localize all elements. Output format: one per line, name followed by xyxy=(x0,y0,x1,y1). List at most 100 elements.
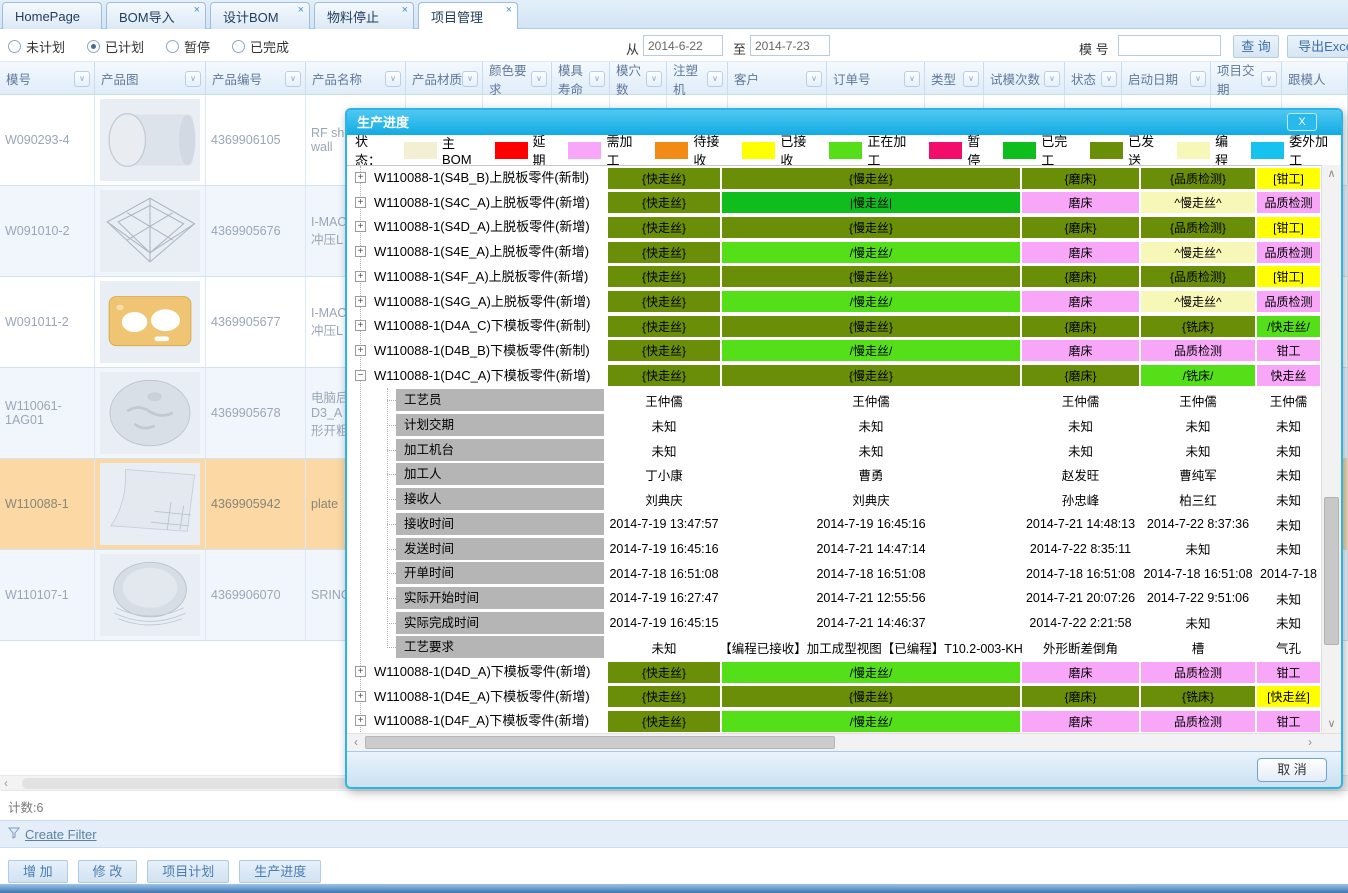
filter-dropdown-icon[interactable]: ∨ xyxy=(589,71,605,87)
filter-dropdown-icon[interactable]: ∨ xyxy=(1101,71,1117,87)
column-label: 产品材质 xyxy=(412,69,462,88)
detail-value: 气孔 xyxy=(1256,635,1321,660)
tab-homepage[interactable]: HomePage xyxy=(2,2,102,29)
expand-icon[interactable]: + xyxy=(355,172,366,183)
process-row[interactable]: +W110088-1(S4F_A)上脱板零件(新增){快走丝}{慢走丝}{磨床}… xyxy=(347,265,1341,290)
cell-mold-no: W110088-1 xyxy=(0,459,95,549)
from-date-input[interactable] xyxy=(643,35,723,56)
process-row[interactable]: +W110088-1(D4F_A)下模板零件(新增){快走丝}/慢走丝/磨床品质… xyxy=(347,709,1341,733)
legend-item-delay: 延期 xyxy=(495,131,559,169)
expand-icon[interactable]: + xyxy=(355,197,366,208)
radio-planned[interactable]: 已计划 xyxy=(87,37,144,56)
filter-dropdown-icon[interactable]: ∨ xyxy=(1190,71,1206,87)
export-excel-button[interactable]: 导出Excel xyxy=(1287,35,1348,58)
scrollbar-thumb[interactable] xyxy=(1324,497,1339,645)
filter-dropdown-icon[interactable]: ∨ xyxy=(531,71,547,87)
expand-icon[interactable]: + xyxy=(355,296,366,307)
expand-icon[interactable]: + xyxy=(355,666,366,677)
collapse-icon[interactable]: − xyxy=(355,370,366,381)
process-cell: {铣床} xyxy=(1140,685,1256,708)
detail-value: 2014-7-18 16:51:08 xyxy=(1140,561,1256,586)
scroll-down-icon[interactable]: ∨ xyxy=(1322,715,1341,733)
filter-dropdown-icon[interactable]: ∨ xyxy=(963,71,979,87)
dialog-vertical-scrollbar[interactable]: ∧ ∨ xyxy=(1321,165,1341,733)
expand-icon[interactable]: + xyxy=(355,715,366,726)
process-row[interactable]: +W110088-1(S4E_A)上脱板零件(新增){快走丝}/慢走丝/磨床^慢… xyxy=(347,240,1341,265)
legend-label: 主BOM xyxy=(442,133,485,167)
detail-label: 加工机台 xyxy=(396,439,604,461)
detail-value: 未知 xyxy=(607,635,721,660)
filter-dropdown-icon[interactable]: ∨ xyxy=(74,71,90,87)
scroll-right-icon[interactable]: › xyxy=(1301,734,1319,751)
cancel-button[interactable]: 取 消 xyxy=(1257,758,1327,782)
create-filter-link[interactable]: Create Filter xyxy=(25,827,97,842)
detail-value: 未知 xyxy=(1021,413,1140,438)
filter-dropdown-icon[interactable]: ∨ xyxy=(904,71,920,87)
process-cell: {磨床} xyxy=(1021,685,1140,708)
process-row[interactable]: +W110088-1(S4G_A)上脱板零件(新增){快走丝}/慢走丝/磨床^慢… xyxy=(347,290,1341,315)
process-row[interactable]: +W110088-1(S4C_A)上脱板零件(新增){快走丝}|慢走丝|磨床^慢… xyxy=(347,191,1341,216)
frame-thumbnail xyxy=(100,190,200,272)
legend-item-working: 正在加工 xyxy=(829,131,919,169)
detail-label: 接收人 xyxy=(396,488,604,510)
filter-dropdown-icon[interactable]: ∨ xyxy=(707,71,723,87)
filter-dropdown-icon[interactable]: ∨ xyxy=(285,71,301,87)
expand-icon[interactable]: + xyxy=(355,221,366,232)
scroll-left-icon[interactable]: ‹ xyxy=(4,776,20,790)
filter-dropdown-icon[interactable]: ∨ xyxy=(462,71,478,87)
scroll-left-icon[interactable]: ‹ xyxy=(347,734,365,751)
filter-dropdown-icon[interactable]: ∨ xyxy=(1261,71,1277,87)
process-row[interactable]: +W110088-1(D4B_B)下模板零件(新制){快走丝}/慢走丝/磨床品质… xyxy=(347,339,1341,364)
tab-label: BOM导入 xyxy=(119,7,175,26)
edit-button[interactable]: 修 改 xyxy=(78,860,138,883)
mold-no-input[interactable] xyxy=(1118,35,1221,56)
tab-bom-import[interactable]: BOM导入 × xyxy=(106,2,206,29)
column-label: 模具寿命 xyxy=(558,60,589,98)
process-cell: {慢走丝} xyxy=(721,265,1021,288)
process-cell: /铣床/ xyxy=(1140,364,1256,387)
filter-dropdown-icon[interactable]: ∨ xyxy=(806,71,822,87)
filter-dropdown-icon[interactable]: ∨ xyxy=(385,71,401,87)
expand-icon[interactable]: + xyxy=(355,345,366,356)
process-row[interactable]: +W110088-1(D4E_A)下模板零件(新增){快走丝}{慢走丝}{磨床}… xyxy=(347,685,1341,710)
search-button[interactable]: 查 询 xyxy=(1233,35,1279,58)
expand-icon[interactable]: + xyxy=(355,271,366,282)
filter-dropdown-icon[interactable]: ∨ xyxy=(185,71,201,87)
process-row[interactable]: −W110088-1(D4C_A)下模板零件(新增){快走丝}{慢走丝}{磨床}… xyxy=(347,364,1341,389)
radio-paused[interactable]: 暂停 xyxy=(166,37,210,56)
tree-connector xyxy=(387,623,396,624)
process-row[interactable]: +W110088-1(S4D_A)上脱板零件(新增){快走丝}{慢走丝}{磨床}… xyxy=(347,215,1341,240)
expand-icon[interactable]: + xyxy=(355,246,366,257)
tab-material-stop[interactable]: 物料停止× xyxy=(314,2,414,29)
to-date-input[interactable] xyxy=(750,35,830,56)
cell-product-image xyxy=(95,186,206,276)
tab-close-icon[interactable]: × xyxy=(402,5,408,15)
tab-close-icon[interactable]: × xyxy=(506,5,512,15)
detail-value: 未知 xyxy=(1256,413,1321,438)
close-icon[interactable]: X xyxy=(1287,113,1317,131)
radio-completed[interactable]: 已完成 xyxy=(232,37,289,56)
production-progress-button[interactable]: 生产进度 xyxy=(239,860,321,883)
radio-label: 暂停 xyxy=(184,37,210,56)
detail-row: 发送时间2014-7-19 16:45:162014-7-21 14:47:14… xyxy=(347,537,1341,562)
tab-close-icon[interactable]: × xyxy=(298,5,304,15)
to-label: 至 xyxy=(733,39,746,58)
tab-project-manage[interactable]: 项目管理× xyxy=(418,2,518,29)
tab-design-bom[interactable]: 设计BOM× xyxy=(210,2,310,29)
filter-dropdown-icon[interactable]: ∨ xyxy=(646,71,662,87)
scrollbar-thumb[interactable] xyxy=(365,736,835,749)
dialog-horizontal-scrollbar[interactable]: ‹ › xyxy=(347,733,1341,751)
radio-unplanned[interactable]: 未计划 xyxy=(8,37,65,56)
column-label: 产品名称 xyxy=(312,69,362,88)
process-row[interactable]: +W110088-1(S4B_B)上脱板零件(新制){快走丝}{慢走丝}{磨床}… xyxy=(347,166,1341,191)
tab-close-icon[interactable]: × xyxy=(194,5,200,15)
process-row[interactable]: +W110088-1(D4A_C)下模板零件(新制){快走丝}{慢走丝}{磨床}… xyxy=(347,314,1341,339)
column-label: 产品编号 xyxy=(212,69,262,88)
scroll-up-icon[interactable]: ∧ xyxy=(1322,165,1341,183)
add-button[interactable]: 增 加 xyxy=(8,860,68,883)
expand-icon[interactable]: + xyxy=(355,320,366,331)
filter-dropdown-icon[interactable]: ∨ xyxy=(1044,71,1060,87)
expand-icon[interactable]: + xyxy=(355,691,366,702)
project-plan-button[interactable]: 项目计划 xyxy=(147,860,229,883)
process-row[interactable]: +W110088-1(D4D_A)下模板零件(新增){快走丝}/慢走丝/磨床品质… xyxy=(347,660,1341,685)
